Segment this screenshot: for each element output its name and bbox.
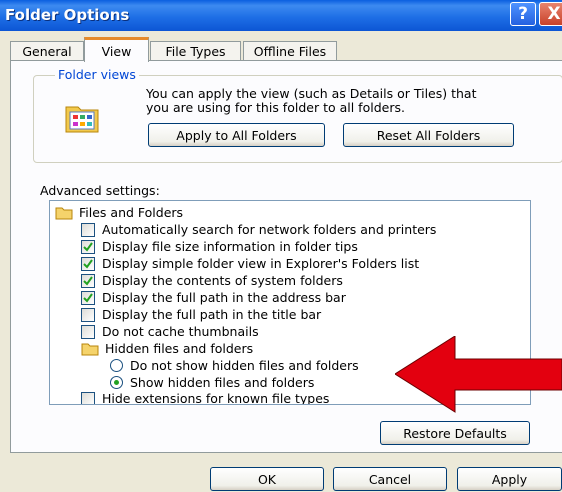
tab-general-label: General	[22, 43, 72, 59]
folder-views-icon	[65, 106, 99, 133]
tab-file-types[interactable]: File Types	[150, 41, 241, 60]
tab-offline-files[interactable]: Offline Files	[243, 41, 337, 60]
item-label: Do not show hidden files and folders	[130, 358, 359, 373]
tab-view[interactable]: View	[84, 37, 149, 62]
checkbox-unchecked[interactable]	[81, 307, 95, 322]
tree-label: Files and Folders	[79, 205, 184, 220]
description-line-2: you are using for this folder to all fol…	[146, 100, 405, 115]
close-icon: X	[547, 4, 561, 24]
apply-label: Apply	[491, 471, 528, 487]
help-icon: ?	[518, 4, 528, 24]
tab-general[interactable]: General	[10, 41, 84, 60]
radio-show-hidden[interactable]: Show hidden files and folders	[110, 374, 314, 391]
tree-folder-files-and-folders: Files and Folders	[55, 204, 183, 221]
checkmark-icon	[83, 275, 93, 286]
list-item-no-cache-thumbnails[interactable]: Do not cache thumbnails	[81, 323, 259, 340]
description-line-1: You can apply the view (such as Details …	[146, 86, 477, 101]
tab-view-label: View	[101, 43, 132, 59]
checkbox-checked[interactable]	[81, 273, 95, 288]
item-label: Display simple folder view in Explorer's…	[102, 256, 420, 271]
checkmark-icon	[83, 258, 93, 269]
item-label: Display the contents of system folders	[102, 273, 343, 288]
checkbox-checked[interactable]	[81, 256, 95, 271]
list-item-hide-extensions[interactable]: Hide extensions for known file types	[81, 390, 330, 405]
folder-icon	[81, 343, 99, 355]
checkmark-icon	[83, 241, 93, 252]
checkmark-icon	[83, 292, 93, 303]
checkbox-checked[interactable]	[81, 239, 95, 254]
list-item-simple-folder-view[interactable]: Display simple folder view in Explorer's…	[81, 255, 419, 272]
close-button[interactable]: X	[539, 2, 562, 26]
checkbox-checked[interactable]	[81, 290, 95, 305]
advanced-settings-label: Advanced settings:	[40, 183, 160, 198]
restore-defaults-label: Restore Defaults	[403, 425, 507, 441]
checkbox-unchecked[interactable]	[81, 222, 95, 237]
checkbox-unchecked[interactable]	[81, 324, 95, 339]
list-item-system-folders[interactable]: Display the contents of system folders	[81, 272, 343, 289]
radio-button-unselected[interactable]	[110, 359, 123, 372]
item-label: Hide extensions for known file types	[102, 391, 330, 405]
help-button[interactable]: ?	[510, 2, 536, 26]
tab-file-types-label: File Types	[165, 43, 226, 59]
cancel-label: Cancel	[368, 471, 412, 487]
title-bar: Folder Options ? X	[0, 0, 562, 31]
apply-to-all-folders-label: Apply to All Folders	[176, 127, 297, 143]
item-label: Show hidden files and folders	[130, 375, 315, 390]
ok-button[interactable]: OK	[210, 467, 324, 491]
reset-all-folders-button[interactable]: Reset All Folders	[343, 123, 514, 147]
item-label: Display the full path in the title bar	[102, 307, 322, 322]
ok-label: OK	[257, 471, 277, 487]
item-label: Display the full path in the address bar	[102, 290, 346, 305]
folder-icon	[55, 207, 73, 219]
tab-offline-files-label: Offline Files	[253, 43, 327, 59]
item-label: Do not cache thumbnails	[102, 324, 259, 339]
list-item-full-path-address-bar[interactable]: Display the full path in the address bar	[81, 289, 346, 306]
radio-button-selected[interactable]	[110, 376, 123, 389]
folder-views-description: You can apply the view (such as Details …	[146, 87, 556, 115]
checkbox-unchecked[interactable]	[81, 391, 95, 404]
list-item-auto-search[interactable]: Automatically search for network folders…	[81, 221, 436, 238]
apply-button[interactable]: Apply	[457, 467, 562, 491]
cancel-button[interactable]: Cancel	[333, 467, 447, 491]
list-item-file-size-info[interactable]: Display file size information in folder …	[81, 238, 358, 255]
reset-all-folders-label: Reset All Folders	[376, 127, 481, 143]
apply-to-all-folders-button[interactable]: Apply to All Folders	[148, 123, 325, 147]
red-arrow-icon	[395, 336, 562, 413]
window-title: Folder Options	[5, 6, 130, 24]
item-label: Display file size information in folder …	[102, 239, 358, 254]
list-item-full-path-title-bar[interactable]: Display the full path in the title bar	[81, 306, 321, 323]
radio-do-not-show-hidden[interactable]: Do not show hidden files and folders	[110, 357, 359, 374]
item-label: Automatically search for network folders…	[102, 222, 437, 237]
folder-views-legend: Folder views	[55, 67, 139, 82]
restore-defaults-button[interactable]: Restore Defaults	[380, 421, 530, 445]
tree-label: Hidden files and folders	[105, 341, 254, 356]
tree-folder-hidden-files: Hidden files and folders	[81, 340, 253, 357]
